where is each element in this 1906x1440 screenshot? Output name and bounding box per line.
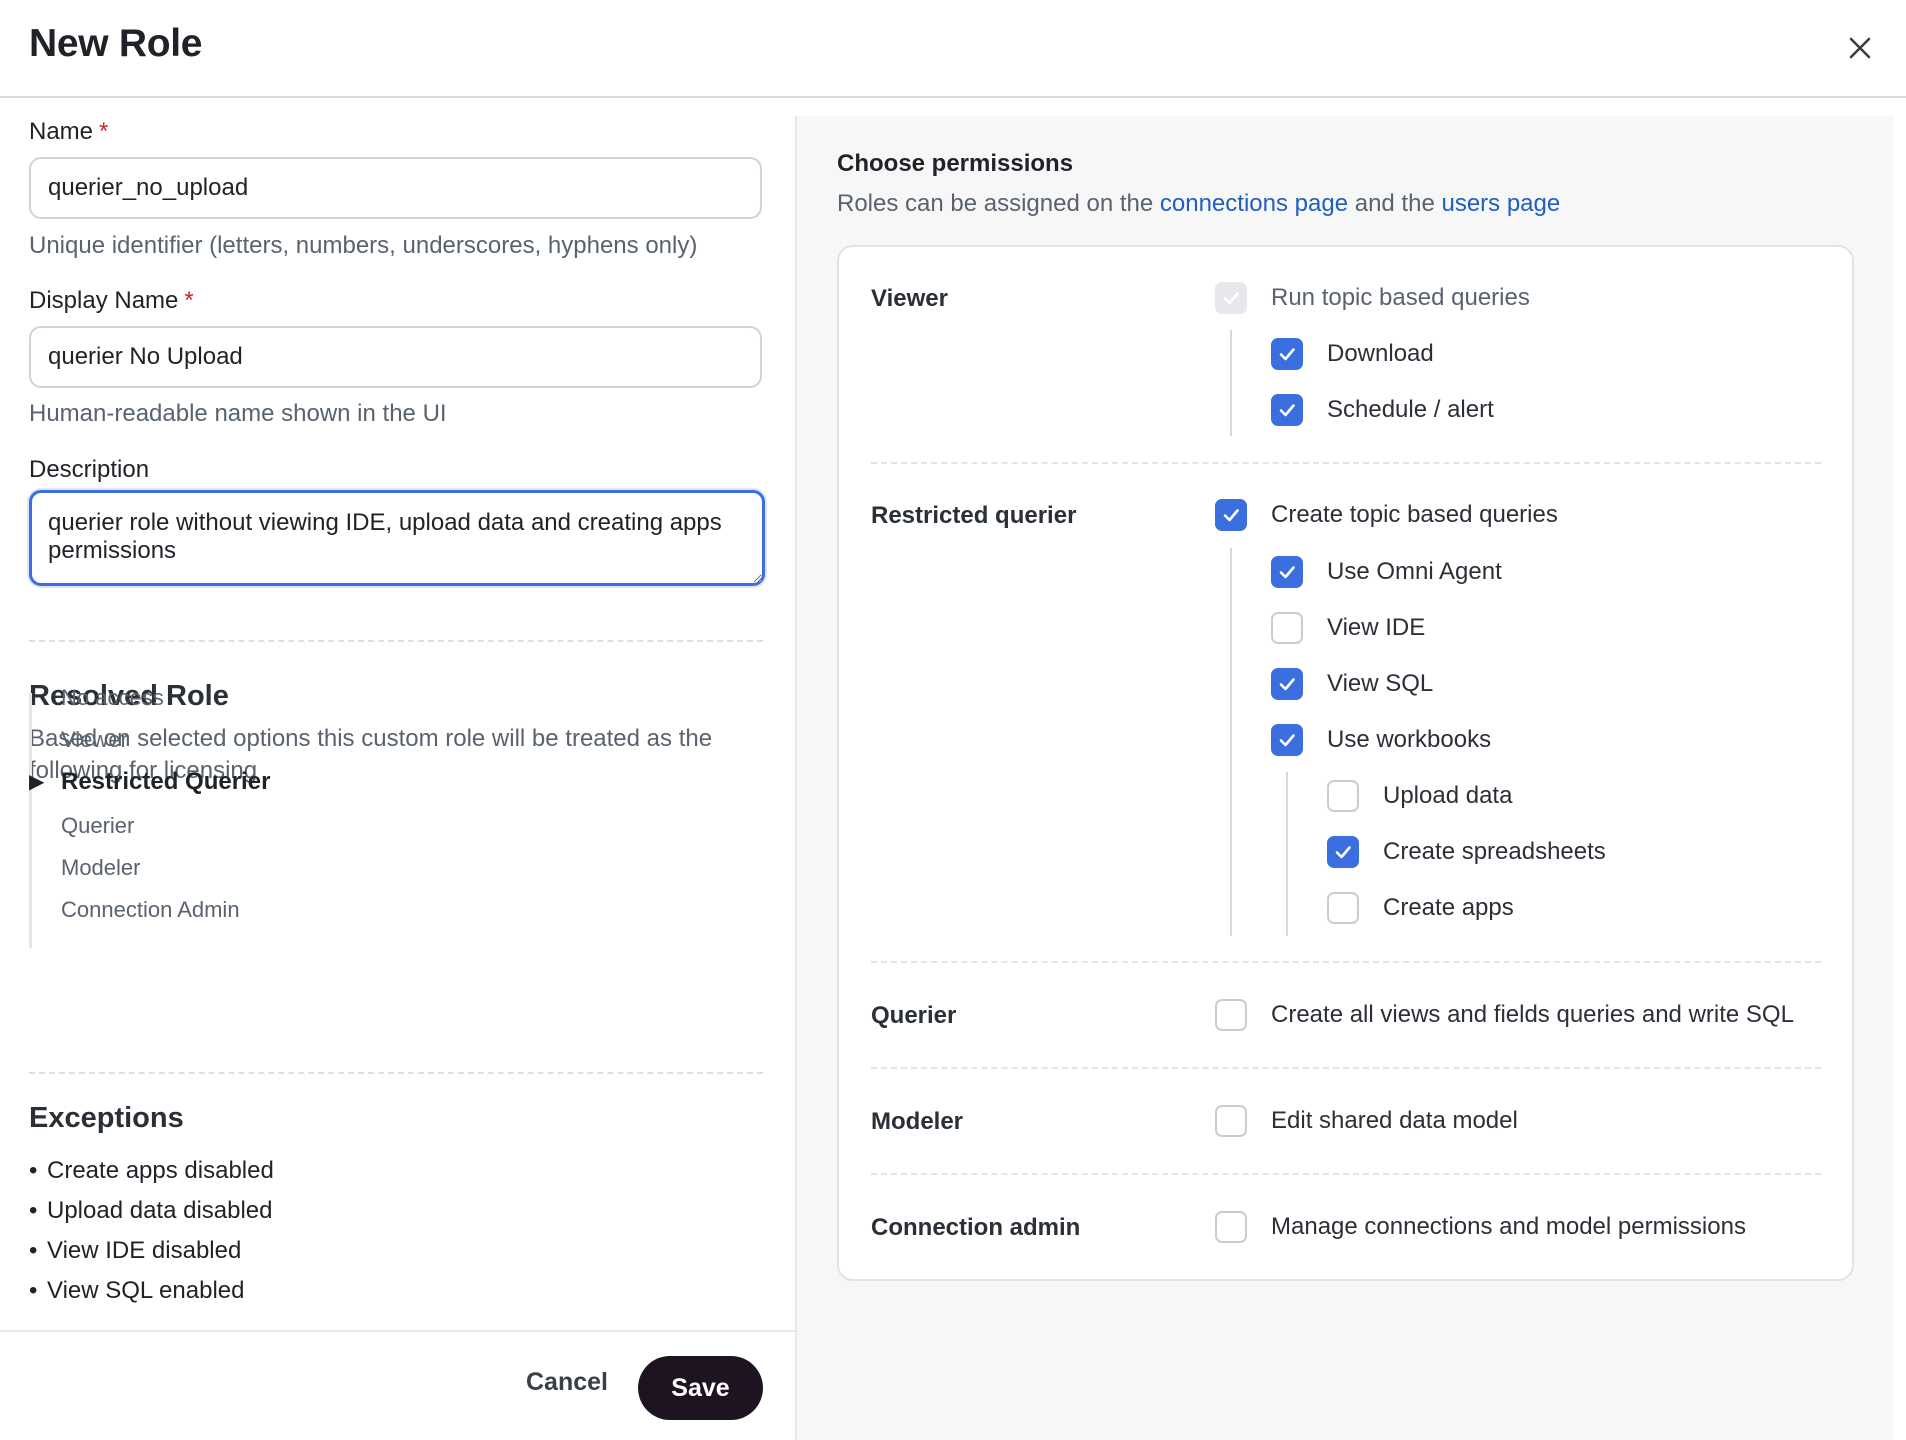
checkbox: [1215, 282, 1247, 314]
perm-use-omni-agent[interactable]: Use Omni Agent: [1271, 556, 1502, 588]
checkbox: [1271, 612, 1303, 644]
checkbox: [1271, 394, 1303, 426]
exception-item: • Upload data disabled: [29, 1197, 273, 1224]
perm-view-sql[interactable]: View SQL: [1271, 668, 1433, 700]
checkbox: [1327, 892, 1359, 924]
display-name-hint: Human-readable name shown in the UI: [29, 400, 447, 427]
group-label-viewer: Viewer: [871, 285, 948, 312]
perm-manage-connections[interactable]: Manage connections and model permissions: [1215, 1211, 1746, 1243]
checkbox: [1271, 668, 1303, 700]
users-page-link[interactable]: users page: [1441, 190, 1560, 217]
divider: [29, 640, 763, 642]
name-label: Name *: [29, 118, 109, 145]
check-icon: [1223, 509, 1239, 522]
display-name-label: Display Name *: [29, 287, 194, 314]
exception-item: • View IDE disabled: [29, 1237, 242, 1264]
perm-create-all-views-sql[interactable]: Create all views and fields queries and …: [1215, 999, 1794, 1031]
checkbox: [1215, 1105, 1247, 1137]
perm-create-topic-queries[interactable]: Create topic based queries: [1215, 499, 1558, 531]
divider: [871, 1067, 1821, 1069]
checkbox: [1271, 556, 1303, 588]
name-input[interactable]: [29, 157, 762, 219]
checkbox: [1271, 338, 1303, 370]
check-icon: [1279, 678, 1295, 691]
group-label-querier: Querier: [871, 1002, 957, 1029]
role-item-querier: Querier: [61, 813, 135, 838]
connections-page-link[interactable]: connections page: [1160, 190, 1348, 217]
cancel-button[interactable]: Cancel: [512, 1350, 622, 1414]
perm-edit-shared-model[interactable]: Edit shared data model: [1215, 1105, 1518, 1137]
exception-item: • Create apps disabled: [29, 1157, 274, 1184]
role-item-connection-admin: Connection Admin: [61, 897, 240, 922]
exceptions-title: Exceptions: [29, 1102, 184, 1134]
permissions-subtitle: Roles can be assigned on the connections…: [837, 190, 1561, 217]
dialog-header: New Role: [0, 0, 1906, 98]
perm-run-topic-queries[interactable]: Run topic based queries: [1215, 282, 1530, 314]
caret-right-icon: ▶: [29, 771, 45, 793]
description-label: Description: [29, 456, 150, 483]
perm-create-apps[interactable]: Create apps: [1327, 892, 1514, 924]
checkbox: [1327, 836, 1359, 868]
group-label-modeler: Modeler: [871, 1108, 964, 1135]
name-hint: Unique identifier (letters, numbers, und…: [29, 232, 698, 259]
check-icon: [1279, 348, 1295, 361]
perm-download[interactable]: Download: [1271, 338, 1434, 370]
checkbox: [1215, 999, 1247, 1031]
check-icon: [1279, 404, 1295, 417]
save-button[interactable]: Save: [638, 1356, 763, 1420]
perm-upload-data[interactable]: Upload data: [1327, 780, 1512, 812]
tree-line: [1286, 772, 1288, 936]
check-icon: [1279, 566, 1295, 579]
divider: [29, 1072, 763, 1074]
required-mark: *: [184, 287, 194, 314]
divider: [871, 462, 1821, 464]
role-item-restricted-querier: Restricted Querier: [61, 768, 271, 795]
perm-schedule-alert[interactable]: Schedule / alert: [1271, 394, 1494, 426]
divider: [871, 961, 1821, 963]
perm-create-spreadsheets[interactable]: Create spreadsheets: [1327, 836, 1606, 868]
tree-line: [1230, 548, 1232, 936]
group-label-connection-admin: Connection admin: [871, 1214, 1081, 1241]
role-item-no-access: No access: [61, 685, 164, 710]
check-icon: [1335, 846, 1351, 859]
permissions-title: Choose permissions: [837, 150, 1074, 177]
checkbox: [1271, 724, 1303, 756]
checkbox: [1327, 780, 1359, 812]
required-mark: *: [99, 118, 109, 145]
check-icon: [1279, 734, 1295, 747]
exception-item: • View SQL enabled: [29, 1277, 245, 1304]
perm-view-ide[interactable]: View IDE: [1271, 612, 1425, 644]
display-name-input[interactable]: [29, 326, 762, 388]
check-icon: [1223, 292, 1239, 305]
close-icon[interactable]: [1842, 30, 1878, 66]
checkbox: [1215, 499, 1247, 531]
group-label-restricted-querier: Restricted querier: [871, 502, 1077, 529]
perm-use-workbooks[interactable]: Use workbooks: [1271, 724, 1491, 756]
divider: [871, 1173, 1821, 1175]
dialog-title: New Role: [29, 22, 203, 65]
tree-line: [1230, 330, 1232, 436]
role-item-modeler: Modeler: [61, 855, 141, 880]
checkbox: [1215, 1211, 1247, 1243]
role-item-viewer: Viewer: [61, 727, 128, 752]
description-textarea[interactable]: querier role without viewing IDE, upload…: [29, 490, 765, 586]
resolved-role-list: No access Viewer ▶ Restricted Querier Qu…: [29, 685, 629, 948]
